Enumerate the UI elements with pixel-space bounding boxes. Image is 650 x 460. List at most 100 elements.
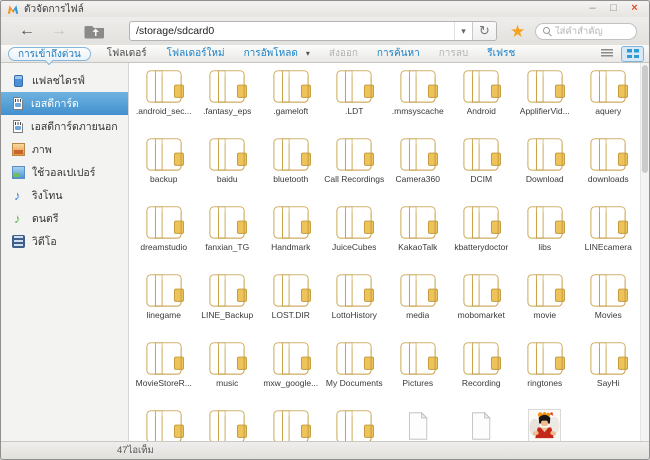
file-item[interactable]: backup bbox=[132, 133, 196, 201]
back-button[interactable]: ← bbox=[17, 23, 37, 39]
file-item[interactable]: .mmsyscache bbox=[386, 65, 450, 133]
status-bar: 47ไอเท็ม bbox=[1, 441, 649, 459]
sidebar-item[interactable]: วิดีโอ bbox=[1, 230, 128, 253]
tab-folders[interactable]: โฟลเดอร์ bbox=[107, 46, 147, 61]
menu-action-item[interactable]: ส่งออก bbox=[329, 46, 358, 61]
search-box[interactable] bbox=[535, 22, 637, 40]
folder-icon bbox=[586, 269, 630, 309]
maximize-button[interactable]: □ bbox=[605, 2, 622, 15]
forward-button[interactable]: → bbox=[49, 23, 69, 39]
close-button[interactable]: × bbox=[626, 2, 643, 15]
file-item[interactable]: mxw_google... bbox=[259, 337, 323, 405]
file-item[interactable] bbox=[196, 405, 260, 441]
file-item[interactable]: .LDT bbox=[323, 65, 387, 133]
minimize-button[interactable]: – bbox=[584, 2, 601, 15]
view-toggles bbox=[595, 45, 644, 62]
file-item[interactable]: LINEcamera bbox=[577, 201, 641, 269]
tab-quick-access[interactable]: การเข้าถึงด่วน bbox=[8, 46, 91, 61]
file-item[interactable]: aquery bbox=[577, 65, 641, 133]
file-item[interactable] bbox=[386, 405, 450, 441]
list-view-button[interactable] bbox=[595, 46, 618, 62]
file-item[interactable] bbox=[259, 405, 323, 441]
sidebar-item[interactable]: ภาพ bbox=[1, 138, 128, 161]
file-item[interactable]: My Documents bbox=[323, 337, 387, 405]
file-item[interactable]: baidu bbox=[196, 133, 260, 201]
grid-view-icon bbox=[626, 49, 639, 58]
file-item[interactable]: Pictures bbox=[386, 337, 450, 405]
file-item[interactable]: LOST.DIR bbox=[259, 269, 323, 337]
menu-action-item[interactable]: โฟลเดอร์ใหม่ bbox=[167, 46, 225, 61]
pictures-icon bbox=[12, 143, 25, 156]
file-item[interactable]: .fantasy_eps bbox=[196, 65, 260, 133]
dropdown-caret-icon[interactable]: ▾ bbox=[306, 49, 310, 58]
sidebar-item[interactable]: แฟลชไดรฟ์ bbox=[1, 69, 128, 92]
path-refresh-icon[interactable]: ↻ bbox=[472, 22, 496, 40]
file-item[interactable] bbox=[450, 405, 514, 441]
folder-icon bbox=[269, 405, 313, 441]
file-item[interactable]: media bbox=[386, 269, 450, 337]
file-item[interactable]: downloads bbox=[577, 133, 641, 201]
sidebar-item[interactable]: เอสดีการ์ด bbox=[1, 92, 128, 115]
menu-action-label: การค้นหา bbox=[376, 48, 420, 59]
sidebar-item[interactable]: ดนตรี bbox=[1, 207, 128, 230]
file-item[interactable]: Camera360 bbox=[386, 133, 450, 201]
file-item[interactable]: libs bbox=[513, 201, 577, 269]
file-item[interactable]: Call Recordings bbox=[323, 133, 387, 201]
file-item[interactable]: Handmark bbox=[259, 201, 323, 269]
path-dropdown-caret-icon[interactable]: ▾ bbox=[454, 22, 472, 40]
file-item[interactable]: kbatterydoctor bbox=[450, 201, 514, 269]
sidebar-item[interactable]: ใช้วอลเปเปอร์ bbox=[1, 161, 128, 184]
file-item[interactable]: ringtones bbox=[513, 337, 577, 405]
file-item[interactable]: fanxian_TG bbox=[196, 201, 260, 269]
file-item[interactable]: mobomarket bbox=[450, 269, 514, 337]
title-bar[interactable]: ตัวจัดการไฟล์ – □ × bbox=[1, 1, 649, 17]
folder-icon bbox=[269, 65, 313, 105]
file-item[interactable]: LottoHistory bbox=[323, 269, 387, 337]
file-item[interactable]: linegame bbox=[132, 269, 196, 337]
sidebar-item[interactable]: ริงโทน bbox=[1, 184, 128, 207]
file-item[interactable]: Download bbox=[513, 133, 577, 201]
file-item[interactable]: Recording bbox=[450, 337, 514, 405]
file-item[interactable]: Movies bbox=[577, 269, 641, 337]
search-input[interactable] bbox=[555, 25, 629, 37]
scrollbar-thumb[interactable] bbox=[642, 65, 648, 173]
folder-icon bbox=[332, 337, 376, 377]
file-item[interactable]: dreamstudio bbox=[132, 201, 196, 269]
file-item[interactable] bbox=[323, 405, 387, 441]
menu-action-item[interactable]: การอัพโหลด ▾ bbox=[244, 46, 310, 61]
up-folder-button[interactable] bbox=[83, 22, 107, 40]
file-item[interactable]: MovieStoreR... bbox=[132, 337, 196, 405]
file-item[interactable]: Android bbox=[450, 65, 514, 133]
file-item[interactable] bbox=[513, 405, 577, 441]
file-item[interactable] bbox=[132, 405, 196, 441]
favorite-star-icon[interactable]: ★ bbox=[510, 23, 525, 40]
flash-drive-icon bbox=[14, 74, 23, 87]
file-item[interactable]: movie bbox=[513, 269, 577, 337]
vertical-scrollbar[interactable] bbox=[640, 63, 649, 441]
menu-action-item[interactable]: การค้นหา bbox=[377, 46, 420, 61]
folder-icon bbox=[269, 337, 313, 377]
file-item[interactable]: .android_sec... bbox=[132, 65, 196, 133]
file-grid-panel: .android_sec... .fantasy_eps .gameloft .… bbox=[129, 63, 649, 441]
file-item[interactable]: music bbox=[196, 337, 260, 405]
file-item[interactable]: bluetooth bbox=[259, 133, 323, 201]
menu-action-item[interactable]: รีเฟรช bbox=[487, 46, 515, 61]
file-item[interactable]: JuiceCubes bbox=[323, 201, 387, 269]
file-item[interactable]: DCIM bbox=[450, 133, 514, 201]
file-item-label: Android bbox=[466, 106, 496, 116]
grid-view-button[interactable] bbox=[621, 45, 644, 62]
menu-action-item[interactable]: การลบ bbox=[439, 46, 469, 61]
image-thumbnail bbox=[528, 405, 561, 441]
folder-icon bbox=[205, 337, 249, 377]
file-item-label: backup bbox=[150, 174, 178, 184]
address-bar: ▾ ↻ bbox=[129, 21, 497, 41]
file-item[interactable]: KakaoTalk bbox=[386, 201, 450, 269]
file-item[interactable]: LINE_Backup bbox=[196, 269, 260, 337]
file-item[interactable]: SayHi bbox=[577, 337, 641, 405]
file-item[interactable]: .gameloft bbox=[259, 65, 323, 133]
file-item-label: .gameloft bbox=[273, 106, 309, 116]
file-item-label: Recording bbox=[461, 378, 501, 388]
file-item[interactable]: ApplifierVid... bbox=[513, 65, 577, 133]
path-input[interactable] bbox=[130, 22, 454, 40]
sidebar-item[interactable]: เอสดีการ์ดภายนอก bbox=[1, 115, 128, 138]
